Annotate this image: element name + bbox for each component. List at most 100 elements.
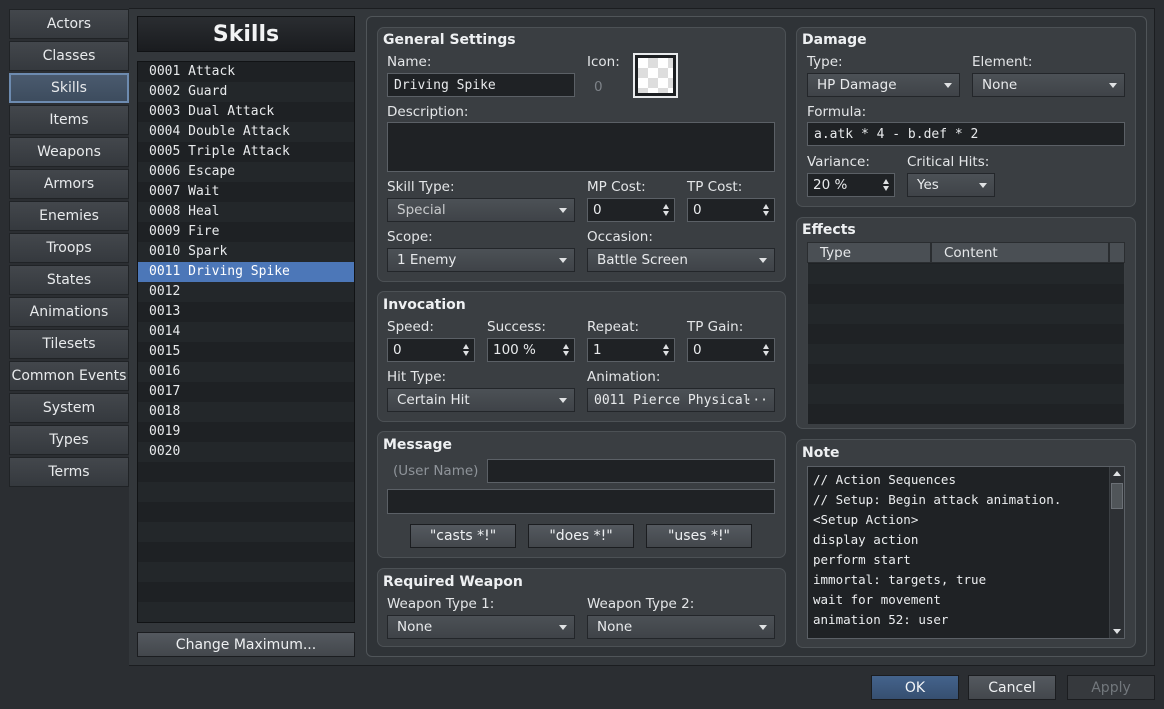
category-tab-actors[interactable]: Actors — [9, 9, 129, 39]
effects-col-content[interactable]: Content — [931, 242, 1109, 263]
skill-list-item[interactable]: 0007 Wait — [138, 182, 354, 202]
category-tab-skills[interactable]: Skills — [9, 73, 129, 103]
spin-down-icon[interactable] — [563, 351, 569, 356]
skill-list-item[interactable]: 0017 — [138, 382, 354, 402]
skill-list-item[interactable]: 0003 Dual Attack — [138, 102, 354, 122]
spin-down-icon[interactable] — [883, 186, 889, 191]
spin-down-icon[interactable] — [663, 351, 669, 356]
uses-button[interactable]: "uses *!" — [646, 524, 752, 548]
critical-hits-select[interactable]: Yes — [907, 173, 995, 197]
speed-stepper[interactable]: 0 — [387, 338, 475, 362]
skill-list-item[interactable]: 0018 — [138, 402, 354, 422]
effects-empty-row[interactable] — [808, 304, 1124, 324]
occasion-select[interactable]: Battle Screen — [587, 248, 775, 272]
skill-list-item[interactable]: 0001 Attack — [138, 62, 354, 82]
effects-empty-row[interactable] — [808, 284, 1124, 304]
skill-list-item[interactable]: 0005 Triple Attack — [138, 142, 354, 162]
weapon-type2-select[interactable]: None — [587, 615, 775, 639]
category-tab-enemies[interactable]: Enemies — [9, 201, 129, 231]
effects-table[interactable] — [807, 242, 1125, 424]
skill-list-item[interactable]: 0011 Driving Spike — [138, 262, 354, 282]
spin-up-icon[interactable] — [663, 344, 669, 349]
spin-up-icon[interactable] — [463, 344, 469, 349]
category-tab-types[interactable]: Types — [9, 425, 129, 455]
icon-picker[interactable] — [633, 53, 678, 98]
cancel-button[interactable]: Cancel — [968, 675, 1056, 700]
category-tab-weapons[interactable]: Weapons — [9, 137, 129, 167]
skill-list-item[interactable]: 0012 — [138, 282, 354, 302]
casts-button[interactable]: "casts *!" — [410, 524, 516, 548]
effects-col-type[interactable]: Type — [807, 242, 931, 263]
category-tab-terms[interactable]: Terms — [9, 457, 129, 487]
skill-list-item — [138, 542, 354, 562]
message-line1-input[interactable] — [487, 459, 775, 483]
scroll-thumb[interactable] — [1111, 483, 1123, 509]
category-tab-items[interactable]: Items — [9, 105, 129, 135]
scroll-down-icon[interactable] — [1113, 629, 1121, 634]
spin-up-icon[interactable] — [563, 344, 569, 349]
spin-up-icon[interactable] — [883, 179, 889, 184]
category-tab-states[interactable]: States — [9, 265, 129, 295]
spin-down-icon[interactable] — [763, 211, 769, 216]
scope-select[interactable]: 1 Enemy — [387, 248, 575, 272]
skills-list[interactable]: 0001 Attack 0002 Guard 0003 Dual Attack 000… — [137, 61, 355, 623]
spin-up-icon[interactable] — [763, 204, 769, 209]
scroll-up-icon[interactable] — [1113, 471, 1121, 476]
skill-list-item[interactable]: 0019 — [138, 422, 354, 442]
effects-empty-row[interactable] — [808, 384, 1124, 404]
category-tab-armors[interactable]: Armors — [9, 169, 129, 199]
weapon-type1-select[interactable]: None — [387, 615, 575, 639]
ok-button[interactable]: OK — [871, 675, 959, 700]
skill-list-item — [138, 482, 354, 502]
skill-list-item[interactable]: 0010 Spark — [138, 242, 354, 262]
skill-list-item[interactable]: 0009 Fire — [138, 222, 354, 242]
effects-empty-row[interactable] — [808, 364, 1124, 384]
mp-cost-stepper[interactable]: 0 — [587, 198, 675, 222]
category-tab-animations[interactable]: Animations — [9, 297, 129, 327]
change-maximum-button[interactable]: Change Maximum... — [137, 632, 355, 657]
category-tab-classes[interactable]: Classes — [9, 41, 129, 71]
spin-down-icon[interactable] — [463, 351, 469, 356]
hit-type-select[interactable]: Certain Hit — [387, 388, 575, 412]
skill-list-item[interactable]: 0002 Guard — [138, 82, 354, 102]
spin-down-icon[interactable] — [663, 211, 669, 216]
element-select[interactable]: None — [972, 73, 1125, 97]
skill-list-item[interactable]: 0004 Double Attack — [138, 122, 354, 142]
effects-empty-row[interactable] — [808, 344, 1124, 364]
effects-empty-row[interactable] — [808, 404, 1124, 424]
category-tab-common-events[interactable]: Common Events — [9, 361, 129, 391]
damage-type-select[interactable]: HP Damage — [807, 73, 960, 97]
variance-stepper[interactable]: 20 % — [807, 173, 895, 197]
more-icon[interactable]: ··· — [745, 393, 768, 408]
category-tab-tilesets[interactable]: Tilesets — [9, 329, 129, 359]
skill-list-item[interactable]: 0016 — [138, 362, 354, 382]
skill-list-item[interactable]: 0013 — [138, 302, 354, 322]
name-input[interactable]: Driving Spike — [387, 73, 575, 97]
apply-button[interactable]: Apply — [1067, 675, 1155, 700]
spin-up-icon[interactable] — [663, 204, 669, 209]
success-stepper[interactable]: 100 % — [487, 338, 575, 362]
animation-picker[interactable]: 0011 Pierce Physical ··· — [587, 388, 775, 412]
skill-type-select[interactable]: Special — [387, 198, 575, 222]
skill-list-item[interactable]: 0008 Heal — [138, 202, 354, 222]
does-button[interactable]: "does *!" — [528, 524, 634, 548]
category-tab-troops[interactable]: Troops — [9, 233, 129, 263]
repeat-stepper[interactable]: 1 — [587, 338, 675, 362]
skill-list-item[interactable]: 0015 — [138, 342, 354, 362]
effects-empty-row[interactable] — [808, 264, 1124, 284]
message-line2-input[interactable] — [387, 489, 775, 514]
tp-gain-stepper[interactable]: 0 — [687, 338, 775, 362]
note-textarea[interactable]: // Action Sequences // Setup: Begin attac… — [807, 466, 1125, 639]
effects-empty-row[interactable] — [808, 324, 1124, 344]
formula-input[interactable]: a.atk * 4 - b.def * 2 — [807, 122, 1125, 146]
description-input[interactable] — [387, 122, 775, 172]
tp-cost-stepper[interactable]: 0 — [687, 198, 775, 222]
spin-down-icon[interactable] — [763, 351, 769, 356]
note-scrollbar[interactable] — [1109, 467, 1124, 638]
skill-list-item[interactable]: 0014 — [138, 322, 354, 342]
skill-list-item[interactable]: 0020 — [138, 442, 354, 462]
category-tab-system[interactable]: System — [9, 393, 129, 423]
spin-up-icon[interactable] — [763, 344, 769, 349]
icon-index: 0 — [594, 79, 603, 95]
skill-list-item[interactable]: 0006 Escape — [138, 162, 354, 182]
